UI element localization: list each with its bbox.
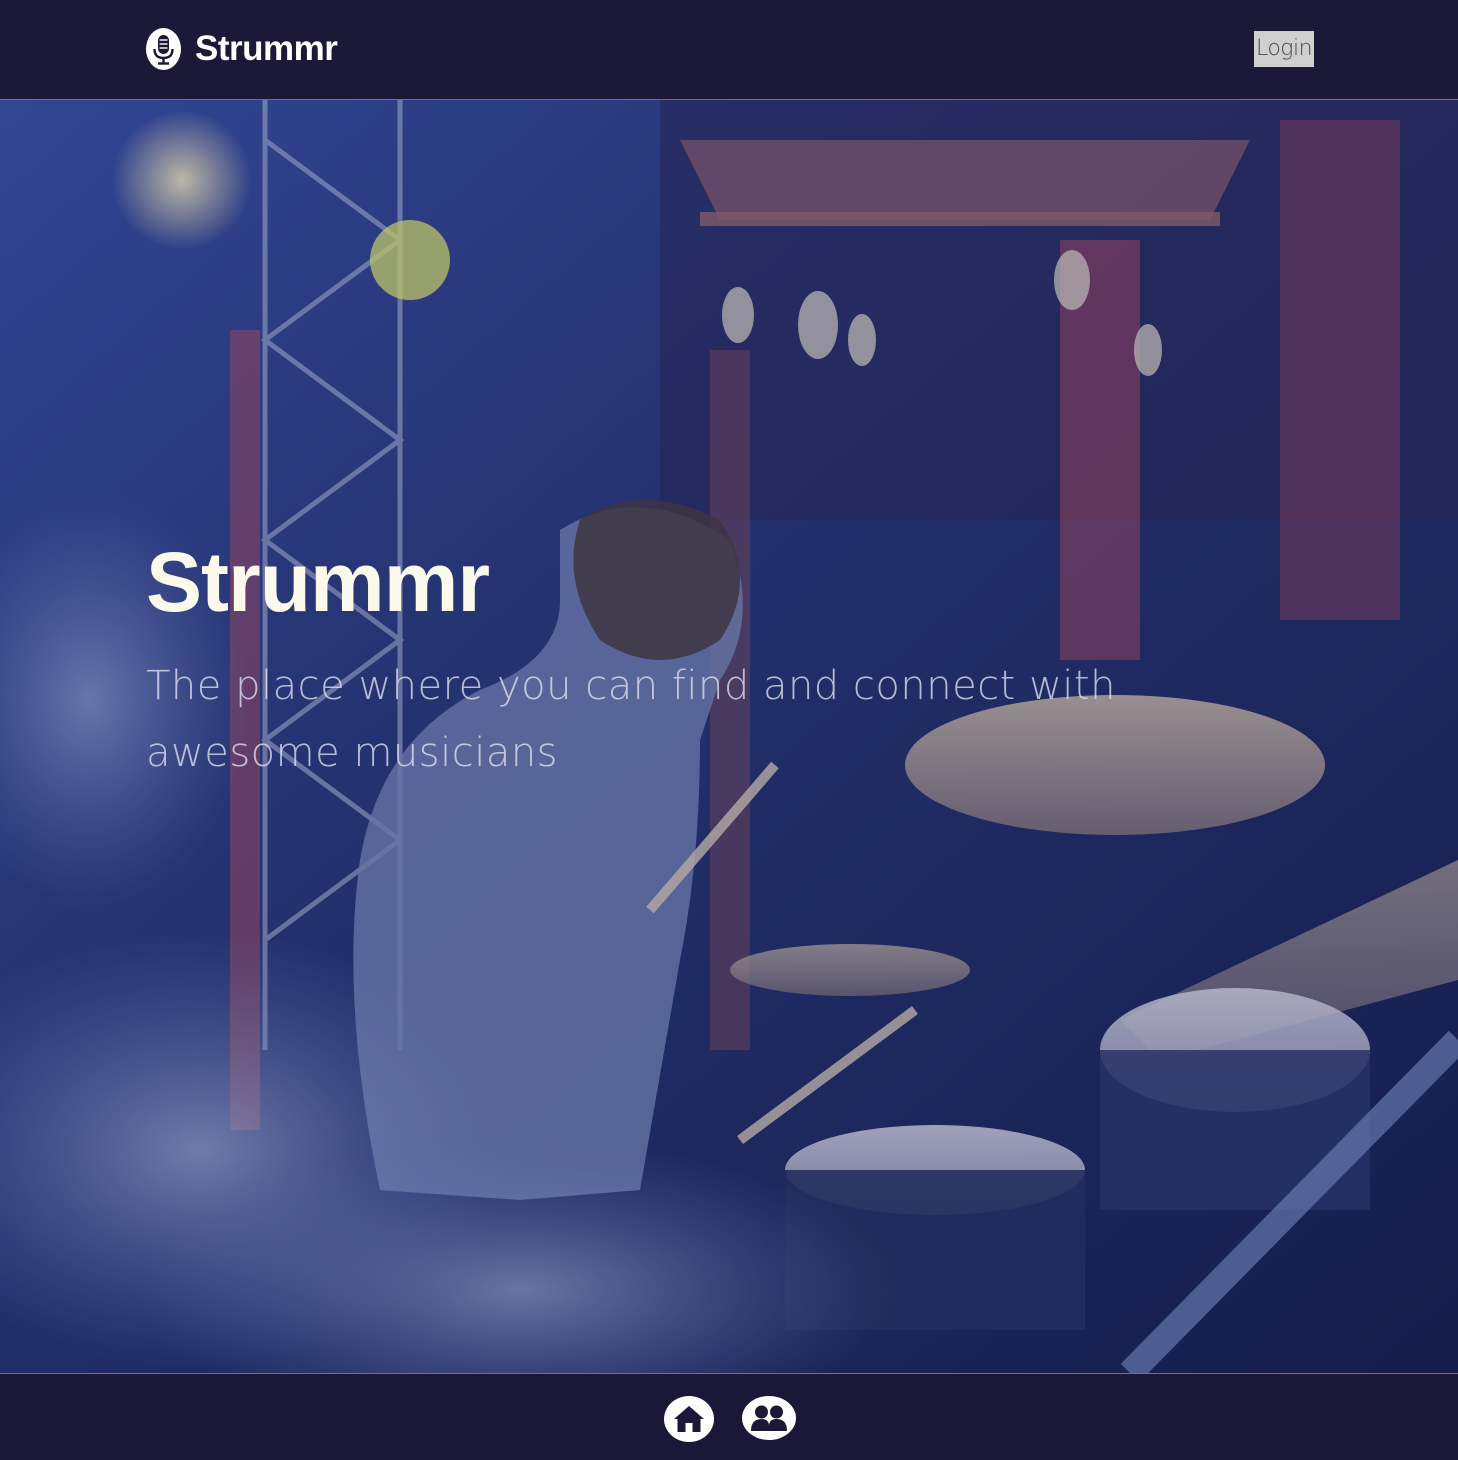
home-icon — [674, 1406, 704, 1432]
login-button[interactable]: Login — [1254, 31, 1314, 67]
users-icon — [751, 1405, 787, 1431]
top-navbar: Strummr Login — [0, 0, 1458, 100]
home-button[interactable] — [664, 1396, 714, 1442]
bottom-nav — [0, 1373, 1458, 1460]
brand-name: Strummr — [195, 29, 338, 68]
hero-title: Strummr — [146, 535, 490, 629]
microphone-icon — [146, 28, 181, 70]
hero-section: Strummr The place where you can find and… — [0, 100, 1458, 1373]
brand-link[interactable]: Strummr — [146, 27, 338, 71]
users-button[interactable] — [742, 1396, 796, 1440]
hero-subtitle: The place where you can find and connect… — [146, 663, 1116, 776]
